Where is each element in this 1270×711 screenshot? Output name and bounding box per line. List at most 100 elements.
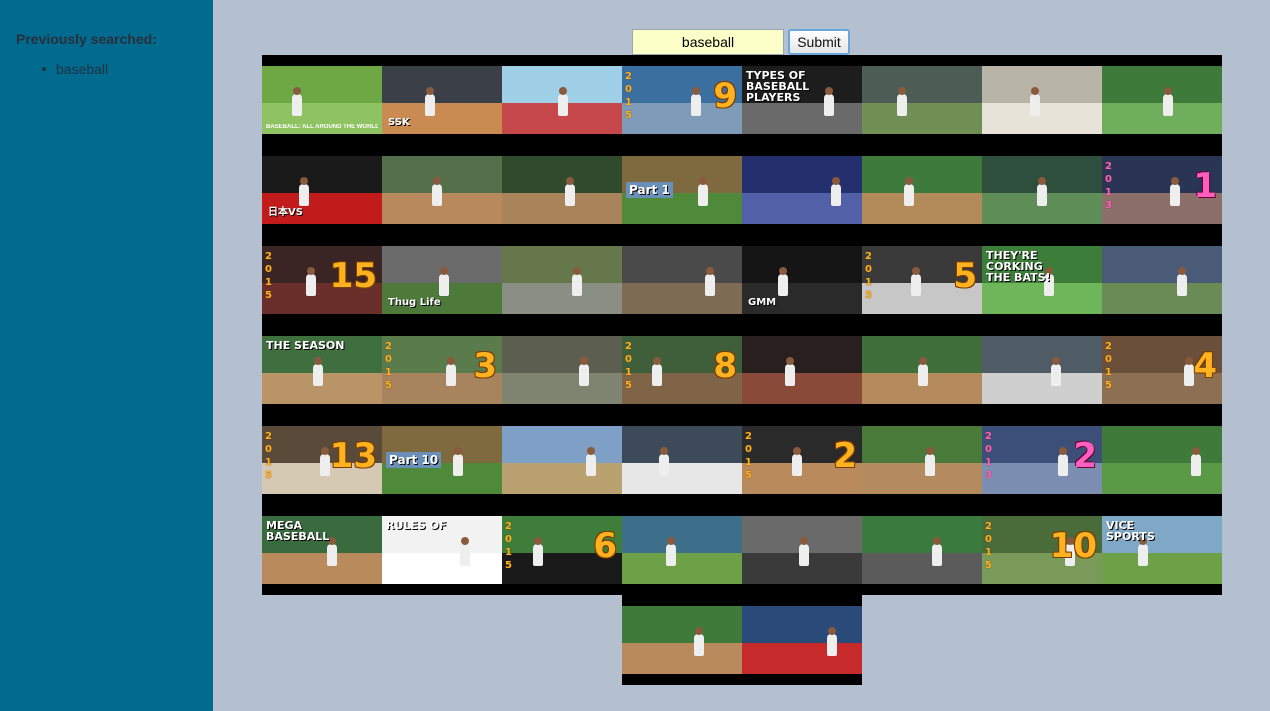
video-thumbnail[interactable] <box>622 235 742 325</box>
thumbnail-image: THE SEASON <box>262 336 382 404</box>
video-thumbnail[interactable] <box>1102 55 1222 145</box>
search-history-item[interactable]: baseball <box>41 59 108 79</box>
thumbnail-caption: BASEBALL: ALL AROUND THE WORLD <box>266 124 378 130</box>
thumbnail-image <box>502 336 622 404</box>
video-thumbnail[interactable]: THEY'RE CORKING THE BATS! <box>982 235 1102 325</box>
player-figure <box>694 627 704 656</box>
video-thumbnail[interactable]: 2015 8 <box>622 325 742 415</box>
player-figure <box>792 447 802 476</box>
player-figure <box>1177 267 1187 296</box>
video-thumbnail[interactable] <box>982 55 1102 145</box>
video-thumbnail[interactable]: GMM <box>742 235 862 325</box>
thumbnail-scene <box>862 463 982 494</box>
video-thumbnail[interactable] <box>742 325 862 415</box>
video-thumbnail[interactable]: 2013 2 <box>982 415 1102 505</box>
results-row: 2015 15 Thug Life GMM 2015 5 THEY'RE CORKING T… <box>262 235 1222 325</box>
video-thumbnail[interactable]: 2015 6 <box>502 505 622 595</box>
thumbnail-rank: 6 <box>593 526 617 566</box>
thumbnail-image <box>742 606 862 674</box>
thumbnail-image: Part 10 <box>382 426 502 494</box>
player-figure <box>1191 447 1201 476</box>
video-thumbnail[interactable]: 日本VS <box>262 145 382 235</box>
video-thumbnail[interactable]: 2015 9 <box>622 55 742 145</box>
video-thumbnail[interactable] <box>862 55 982 145</box>
thumbnail-scene <box>982 283 1102 314</box>
thumbnail-image <box>862 66 982 134</box>
player-figure <box>313 357 323 386</box>
player-figure <box>533 537 543 566</box>
video-thumbnail[interactable]: 2015 13 <box>262 415 382 505</box>
player-figure <box>666 537 676 566</box>
thumbnail-image: VICE SPORTS <box>1102 516 1222 584</box>
thumbnail-image <box>502 246 622 314</box>
video-thumbnail[interactable] <box>622 505 742 595</box>
player-figure <box>691 87 701 116</box>
video-thumbnail[interactable] <box>1102 235 1222 325</box>
video-thumbnail[interactable] <box>382 145 502 235</box>
thumbnail-title: THEY'RE CORKING THE BATS! <box>986 249 1051 284</box>
video-thumbnail[interactable]: RULES OF <box>382 505 502 595</box>
video-thumbnail[interactable]: 2015 4 <box>1102 325 1222 415</box>
thumbnail-image: 2015 5 <box>862 246 982 314</box>
player-figure <box>1058 447 1068 476</box>
thumbnail-year: 2015 <box>625 71 632 121</box>
video-thumbnail[interactable]: Part 1 <box>622 145 742 235</box>
player-figure <box>432 177 442 206</box>
submit-button[interactable]: Submit <box>788 29 850 55</box>
thumbnail-scene <box>982 373 1102 404</box>
video-thumbnail[interactable] <box>622 415 742 505</box>
player-figure <box>460 537 470 566</box>
thumbnail-rank: 13 <box>329 436 377 476</box>
thumbnail-image <box>742 156 862 224</box>
thumbnail-image: SSK <box>382 66 502 134</box>
search-input[interactable] <box>632 29 784 55</box>
video-thumbnail[interactable]: 2015 3 <box>382 325 502 415</box>
player-figure <box>1051 357 1061 386</box>
thumbnail-title: MEGA BASEBALL <box>266 519 330 543</box>
thumbnail-scene <box>382 193 502 224</box>
video-thumbnail[interactable]: MEGA BASEBALL <box>262 505 382 595</box>
player-figure <box>446 357 456 386</box>
video-thumbnail[interactable]: VICE SPORTS <box>1102 505 1222 595</box>
video-thumbnail[interactable]: 2015 5 <box>862 235 982 325</box>
video-thumbnail[interactable] <box>502 145 622 235</box>
player-figure <box>292 87 302 116</box>
thumbnail-image <box>982 66 1102 134</box>
video-thumbnail[interactable] <box>502 55 622 145</box>
video-thumbnail[interactable] <box>502 325 622 415</box>
video-thumbnail[interactable]: BASEBALL: ALL AROUND THE WORLD <box>262 55 382 145</box>
video-thumbnail[interactable] <box>982 325 1102 415</box>
video-thumbnail[interactable] <box>1102 415 1222 505</box>
video-thumbnail[interactable] <box>862 325 982 415</box>
video-thumbnail[interactable]: 2015 15 <box>262 235 382 325</box>
video-thumbnail[interactable]: SSK <box>382 55 502 145</box>
video-thumbnail[interactable]: TYPES OF BASEBALL PLAYERS <box>742 55 862 145</box>
video-thumbnail[interactable] <box>982 145 1102 235</box>
video-thumbnail[interactable]: THE SEASON <box>262 325 382 415</box>
video-thumbnail[interactable] <box>742 505 862 595</box>
video-thumbnail[interactable]: 2015 10 <box>982 505 1102 595</box>
video-thumbnail[interactable] <box>502 415 622 505</box>
video-thumbnail[interactable]: Part 10 <box>382 415 502 505</box>
video-thumbnail[interactable] <box>862 145 982 235</box>
thumbnail-rank: 9 <box>713 76 737 116</box>
video-thumbnail[interactable]: 2013 1 <box>1102 145 1222 235</box>
thumbnail-image: 2013 2 <box>982 426 1102 494</box>
video-thumbnail[interactable] <box>502 235 622 325</box>
video-thumbnail[interactable] <box>742 145 862 235</box>
video-results-grid: BASEBALL: ALL AROUND THE WORLD SSK 2015 9 TY… <box>262 55 1222 685</box>
video-thumbnail[interactable] <box>622 595 742 685</box>
player-figure <box>1170 177 1180 206</box>
video-thumbnail[interactable] <box>742 595 862 685</box>
player-figure <box>558 87 568 116</box>
thumbnail-image: BASEBALL: ALL AROUND THE WORLD <box>262 66 382 134</box>
thumbnail-image <box>622 246 742 314</box>
video-thumbnail[interactable]: 2015 2 <box>742 415 862 505</box>
thumbnail-image: 2015 8 <box>622 336 742 404</box>
thumbnail-scene <box>262 553 382 584</box>
thumbnail-title: VICE SPORTS <box>1106 519 1155 543</box>
player-figure <box>586 447 596 476</box>
video-thumbnail[interactable]: Thug Life <box>382 235 502 325</box>
video-thumbnail[interactable] <box>862 505 982 595</box>
video-thumbnail[interactable] <box>862 415 982 505</box>
